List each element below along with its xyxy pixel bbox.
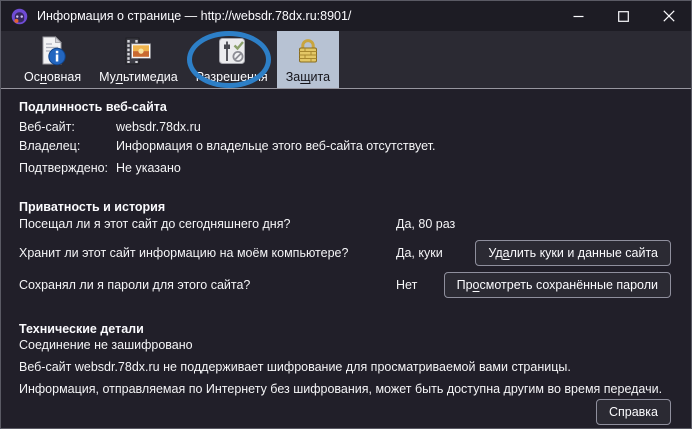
close-button[interactable]	[646, 1, 691, 31]
tab-media[interactable]: Мультимедиа	[90, 31, 187, 88]
tab-permissions[interactable]: Разрешения	[187, 31, 277, 88]
security-lock-icon	[292, 35, 324, 67]
tab-security-label: Защита	[286, 70, 330, 85]
tab-toolbar: Основная Мультимедиа	[1, 31, 691, 89]
technical-line: Веб-сайт websdr.78dx.ru не поддерживает …	[19, 361, 571, 374]
minimize-button[interactable]	[556, 1, 601, 31]
general-info-icon	[37, 35, 69, 67]
security-panel: Подлинность веб-сайта Веб-сайт: websdr.7…	[1, 90, 691, 429]
tab-security[interactable]: Защита	[277, 31, 339, 88]
technical-line: Соединение не зашифровано	[19, 339, 193, 352]
identity-row-label: Веб-сайт:	[19, 121, 75, 134]
clear-cookies-button[interactable]: Удалить куки и данные сайта	[475, 240, 671, 266]
technical-line: Информация, отправляемая по Интернету бе…	[19, 383, 662, 396]
permissions-icon	[216, 35, 248, 67]
page-info-dialog: Информация о странице — http://websdr.78…	[0, 0, 692, 429]
media-icon	[122, 35, 154, 67]
close-icon	[663, 10, 675, 22]
privacy-question: Посещал ли я этот сайт до сегодняшнего д…	[19, 218, 290, 231]
identity-row-label: Владелец:	[19, 140, 80, 153]
view-saved-passwords-button[interactable]: Просмотреть сохранённые пароли	[444, 272, 671, 298]
tab-media-label: Мультимедиа	[99, 70, 178, 85]
maximize-icon	[618, 11, 629, 22]
tab-permissions-label: Разрешения	[196, 70, 268, 85]
privacy-question: Хранит ли этот сайт информацию на моём к…	[19, 247, 348, 260]
identity-row-label: Подтверждено:	[19, 162, 108, 175]
tab-general-label: Основная	[24, 70, 81, 85]
window-title: Информация о странице — http://websdr.78…	[37, 9, 351, 23]
privacy-answer: Да, 80 раз	[396, 218, 455, 231]
identity-row-value: Не указано	[116, 162, 181, 175]
technical-heading: Технические детали	[19, 323, 144, 336]
titlebar: Информация о странице — http://websdr.78…	[1, 1, 691, 31]
privacy-answer: Нет	[396, 279, 417, 292]
maximize-button[interactable]	[601, 1, 646, 31]
identity-heading: Подлинность веб-сайта	[19, 101, 167, 114]
help-button[interactable]: Справка	[596, 399, 671, 425]
privacy-question: Сохранял ли я пароли для этого сайта?	[19, 279, 250, 292]
window-controls	[556, 1, 691, 31]
minimize-icon	[573, 11, 584, 22]
identity-row-value: websdr.78dx.ru	[116, 121, 201, 134]
identity-row-value: Информация о владельце этого веб-сайта о…	[116, 140, 435, 153]
privacy-answer: Да, куки	[396, 247, 443, 260]
privacy-heading: Приватность и история	[19, 201, 165, 214]
page-info-window-icon	[11, 8, 28, 25]
tab-general[interactable]: Основная	[15, 31, 90, 88]
